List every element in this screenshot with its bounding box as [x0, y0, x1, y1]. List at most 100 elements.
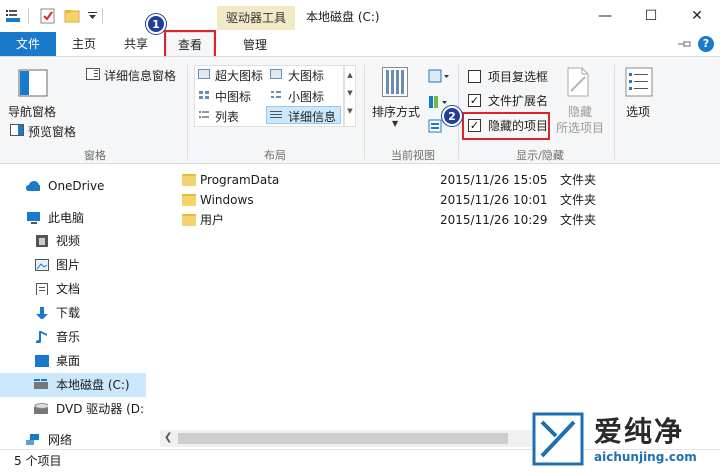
preview-pane-button[interactable]: 预览窗格	[28, 123, 76, 140]
hidden-items-highlight	[462, 112, 550, 140]
context-tab-drive-tools: 驱动器工具	[217, 6, 295, 30]
horizontal-scrollbar[interactable]: ❮	[160, 430, 536, 447]
file-type: 文件夹	[560, 213, 597, 227]
minimize-button[interactable]: —	[582, 0, 628, 32]
hide-selected-items-icon	[567, 67, 589, 97]
ribbon-view: 导航窗格 预览窗格 详细信息窗格 窗格 超大图标 大图标 中图标 小图标 列表 …	[0, 56, 720, 164]
watermark: 爱纯净 aichunjing.com	[530, 408, 720, 472]
small-icons-icon	[271, 91, 281, 98]
step-2-badge: 2	[442, 106, 462, 126]
scroll-left-icon[interactable]: ❮	[164, 432, 172, 443]
cloud-icon	[26, 181, 40, 191]
properties-icon[interactable]	[40, 8, 56, 24]
watermark-brand: 爱纯净	[594, 415, 685, 448]
desktop-icon	[35, 355, 49, 367]
group-separator	[614, 65, 615, 159]
computer-icon	[27, 212, 40, 224]
file-date: 2015/11/26 15:05	[440, 173, 548, 187]
size-columns-icon[interactable]	[428, 119, 442, 133]
nav-item-desktop[interactable]: 桌面	[0, 349, 158, 373]
group-label-panes: 窗格	[84, 149, 106, 162]
pin-ribbon-icon[interactable]	[678, 40, 692, 48]
hide-selected-label-2[interactable]: 所选项目	[556, 119, 604, 136]
nav-item-this-pc[interactable]: 此电脑	[0, 206, 158, 230]
maximize-button[interactable]: ☐	[628, 0, 674, 32]
close-icon: ✕	[691, 8, 703, 24]
navigation-pane-button[interactable]: 导航窗格	[8, 103, 56, 120]
help-button[interactable]: ?	[698, 36, 714, 52]
window-title: 本地磁盘 (C:)	[306, 10, 380, 24]
nav-item-pictures[interactable]: 图片	[0, 253, 158, 277]
navigation-pane-scrollbar[interactable]	[146, 164, 160, 430]
new-folder-icon[interactable]	[64, 8, 80, 24]
file-type: 文件夹	[560, 173, 597, 187]
navigation-pane: OneDrive 此电脑 视频 图片 文档 下载 音乐 桌面 本地磁盘 (C:)…	[0, 164, 160, 449]
download-icon	[36, 307, 48, 319]
folder-icon	[182, 194, 196, 206]
table-row[interactable]: Windows 2015/11/26 10:01 文件夹	[160, 190, 720, 210]
watermark-url: aichunjing.com	[594, 450, 697, 464]
hide-selected-label-1[interactable]: 隐藏	[568, 103, 592, 120]
details-view-icon	[270, 111, 282, 118]
maximize-icon: ☐	[644, 8, 658, 24]
item-checkboxes-checkbox[interactable]	[468, 70, 481, 83]
table-row[interactable]: 用户 2015/11/26 10:29 文件夹	[160, 210, 720, 230]
file-extensions-checkbox[interactable]: ✓	[468, 94, 481, 107]
options-icon	[625, 67, 653, 97]
picture-icon	[35, 259, 49, 271]
quick-access-dropdown-icon[interactable]	[88, 12, 97, 20]
minimize-icon: —	[598, 8, 612, 24]
large-icons-icon	[270, 69, 282, 79]
group-label-current-view: 当前视图	[391, 149, 435, 162]
table-row[interactable]: ProgramData 2015/11/26 15:05 文件夹	[160, 170, 720, 190]
sort-by-icon	[382, 67, 408, 97]
tab-manage[interactable]: 管理	[226, 32, 284, 56]
title-bar: 驱动器工具 本地磁盘 (C:) — ☐ ✕	[0, 0, 720, 32]
item-count: 5 个项目	[14, 454, 62, 468]
file-name: Windows	[200, 193, 254, 207]
preview-pane-icon	[10, 124, 24, 136]
file-extensions-label: 文件扩展名	[488, 94, 549, 108]
tab-home[interactable]: 主页	[64, 32, 104, 56]
sort-by-button[interactable]: 排序方式	[372, 103, 420, 120]
nav-item-documents[interactable]: 文档	[0, 277, 158, 301]
extra-large-icons-icon	[198, 69, 210, 79]
layout-list[interactable]: 列表	[215, 108, 239, 125]
nav-item-downloads[interactable]: 下载	[0, 301, 158, 325]
details-pane-button[interactable]: 详细信息窗格	[104, 67, 176, 84]
layout-large-icons[interactable]: 大图标	[288, 67, 324, 84]
titlebar-divider	[102, 8, 103, 24]
folder-icon	[182, 214, 196, 226]
tab-file[interactable]: 文件	[0, 32, 56, 56]
music-icon	[36, 331, 47, 343]
file-date: 2015/11/26 10:01	[440, 193, 548, 207]
nav-item-dvd-drive-d[interactable]: DVD 驱动器 (D:	[0, 397, 158, 421]
group-by-icon[interactable]	[428, 69, 450, 83]
window-app-icon[interactable]	[6, 10, 20, 22]
tab-share[interactable]: 共享	[116, 32, 156, 56]
titlebar-divider	[28, 8, 29, 24]
file-list: ProgramData 2015/11/26 15:05 文件夹 Windows…	[160, 164, 720, 430]
sort-by-dropdown-icon: ▼	[392, 119, 399, 128]
layout-extra-large-icons[interactable]: 超大图标	[215, 67, 263, 84]
nav-item-videos[interactable]: 视频	[0, 229, 158, 253]
navigation-pane-icon[interactable]	[18, 69, 50, 101]
close-button[interactable]: ✕	[674, 0, 720, 32]
ribbon-tabs: 文件 主页 共享 查看 管理 ?	[0, 32, 720, 56]
nav-item-onedrive[interactable]: OneDrive	[0, 174, 158, 198]
nav-item-local-disk-c[interactable]: 本地磁盘 (C:)	[0, 373, 158, 397]
layout-medium-icons[interactable]: 中图标	[215, 88, 251, 105]
network-icon	[26, 434, 39, 445]
horizontal-scroll-thumb[interactable]	[178, 433, 508, 444]
group-label-show-hide: 显示/隐藏	[516, 149, 564, 162]
layout-details[interactable]: 详细信息	[288, 108, 336, 125]
document-icon	[36, 283, 48, 295]
group-label-layout: 布局	[264, 149, 286, 162]
options-button[interactable]: 选项	[626, 103, 650, 120]
file-date: 2015/11/26 10:29	[440, 213, 548, 227]
watermark-logo-icon	[532, 412, 584, 466]
layout-gallery-scroller[interactable]: ▲ ▼ ▼	[344, 65, 356, 127]
group-separator	[187, 65, 188, 159]
nav-item-music[interactable]: 音乐	[0, 325, 158, 349]
layout-small-icons[interactable]: 小图标	[288, 88, 324, 105]
